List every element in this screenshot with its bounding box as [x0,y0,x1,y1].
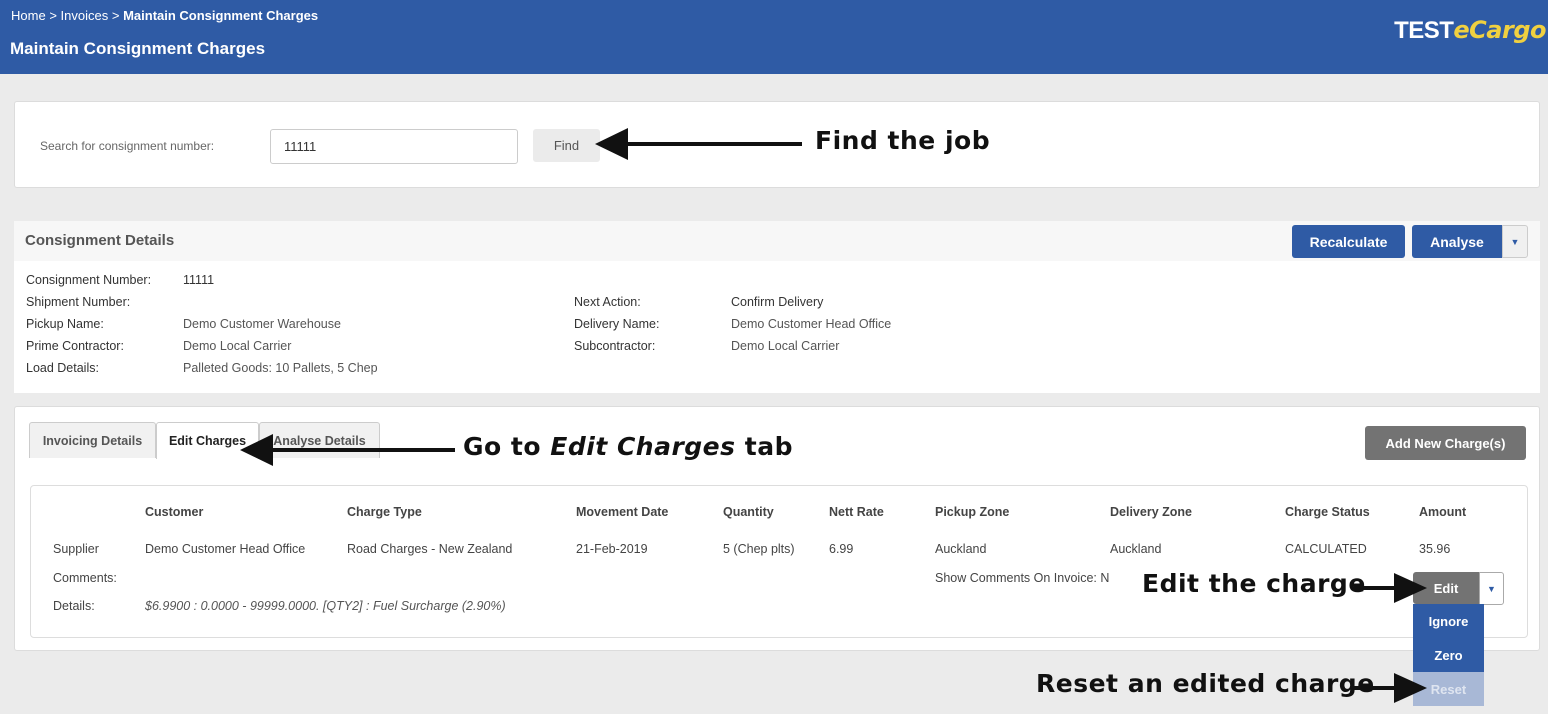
consignment-number-value: 11111 [183,273,215,287]
row-delivery-zone: Auckland [1110,542,1162,556]
menu-item-ignore[interactable]: Ignore [1413,604,1484,638]
annotation-find-job: Find the job [815,126,991,155]
prime-contractor-value: Demo Local Carrier [183,339,292,353]
analyse-dropdown-toggle[interactable]: ▼ [1502,225,1528,258]
breadcrumb-invoices[interactable]: Invoices [61,8,109,23]
recalculate-button[interactable]: Recalculate [1292,225,1405,258]
row-movement-date: 21-Feb-2019 [576,542,648,556]
menu-item-zero[interactable]: Zero [1413,638,1484,672]
find-button[interactable]: Find [533,129,600,162]
annotation-tab-prefix: Go to [463,432,542,461]
app-header: Home > Invoices > Maintain Consignment C… [0,0,1548,74]
add-new-charge-button[interactable]: Add New Charge(s) [1365,426,1526,460]
load-details-value: Palleted Goods: 10 Pallets, 5 Chep [183,361,378,375]
annotation-edit-charges-tab: Go to Edit Charges tab [463,432,793,461]
edit-charge-button[interactable]: Edit [1413,572,1479,604]
caret-down-icon: ▼ [1487,583,1496,594]
annotation-edit-charge: Edit the charge [1142,569,1366,598]
edit-dropdown-toggle[interactable]: ▼ [1479,572,1504,605]
row-pickup-zone: Auckland [935,542,987,556]
details-label: Details: [53,599,95,613]
breadcrumb: Home > Invoices > Maintain Consignment C… [11,8,318,23]
prime-contractor-label: Prime Contractor: [26,339,124,353]
show-comments-on-invoice: Show Comments On Invoice: N [935,571,1110,585]
row-charge-type: Road Charges - New Zealand [347,542,513,556]
consignment-number-label: Consignment Number: [26,273,152,287]
breadcrumb-current: Maintain Consignment Charges [123,8,319,23]
logo-prefix: TEST [1394,17,1454,44]
logo-brand: eCargo [1453,16,1546,44]
row-charge-status: CALCULATED [1285,542,1367,556]
row-customer: Demo Customer Head Office [145,542,306,556]
consignment-details-header: Consignment Details Recalculate Analyse … [14,221,1540,261]
shipment-number-label: Shipment Number: [26,295,131,309]
pickup-name-label: Pickup Name: [26,317,104,331]
column-header-charge-status: Charge Status [1285,505,1370,519]
search-panel: Search for consignment number: Find [14,101,1540,188]
consignment-details-panel: Consignment Details Recalculate Analyse … [14,221,1540,393]
edit-dropdown-menu: Ignore Zero Reset [1413,604,1484,706]
analyse-button[interactable]: Analyse [1412,225,1502,258]
breadcrumb-home[interactable]: Home [11,8,46,23]
row-amount: 35.96 [1419,542,1451,556]
tab-edit-charges[interactable]: Edit Charges [156,422,259,459]
subcontractor-value: Demo Local Carrier [731,339,840,353]
charges-table: Customer Charge Type Movement Date Quant… [30,485,1528,638]
column-header-nett-rate: Nett Rate [829,505,884,519]
tab-analyse-details[interactable]: Analyse Details [259,422,380,458]
logo: TESTeCargo [1394,16,1546,45]
delivery-name-value: Demo Customer Head Office [731,317,892,331]
page-title: Maintain Consignment Charges [10,39,266,58]
row-quantity: 5 (Chep plts) [723,542,795,556]
subcontractor-label: Subcontractor: [574,339,656,353]
row-role: Supplier [53,542,99,556]
annotation-tab-suffix: tab [744,432,793,461]
consignment-details-title: Consignment Details [25,232,175,249]
column-header-customer: Customer [145,505,204,519]
breadcrumb-separator: > [111,8,120,23]
comments-label: Comments: [53,571,117,585]
pickup-name-value: Demo Customer Warehouse [183,317,341,331]
caret-down-icon: ▼ [1510,236,1520,247]
consignment-search-input[interactable] [270,129,518,164]
next-action-label: Next Action: [574,295,641,309]
menu-item-reset[interactable]: Reset [1413,672,1484,706]
annotation-reset-charge: Reset an edited charge [1036,669,1375,698]
search-label: Search for consignment number: [40,139,215,153]
next-action-value: Confirm Delivery [731,295,824,309]
load-details-label: Load Details: [26,361,99,375]
annotation-tab-emphasis: Edit Charges [550,432,736,461]
column-header-movement-date: Movement Date [576,505,669,519]
column-header-charge-type: Charge Type [347,505,422,519]
tab-invoicing-details[interactable]: Invoicing Details [29,422,156,458]
details-value: $6.9900 : 0.0000 - 99999.0000. [QTY2] : … [145,599,506,613]
column-header-quantity: Quantity [723,505,774,519]
column-header-delivery-zone: Delivery Zone [1110,505,1192,519]
row-nett-rate: 6.99 [829,542,854,556]
delivery-name-label: Delivery Name: [574,317,660,331]
column-header-pickup-zone: Pickup Zone [935,505,1010,519]
column-header-amount: Amount [1419,505,1467,519]
breadcrumb-separator: > [49,8,57,23]
